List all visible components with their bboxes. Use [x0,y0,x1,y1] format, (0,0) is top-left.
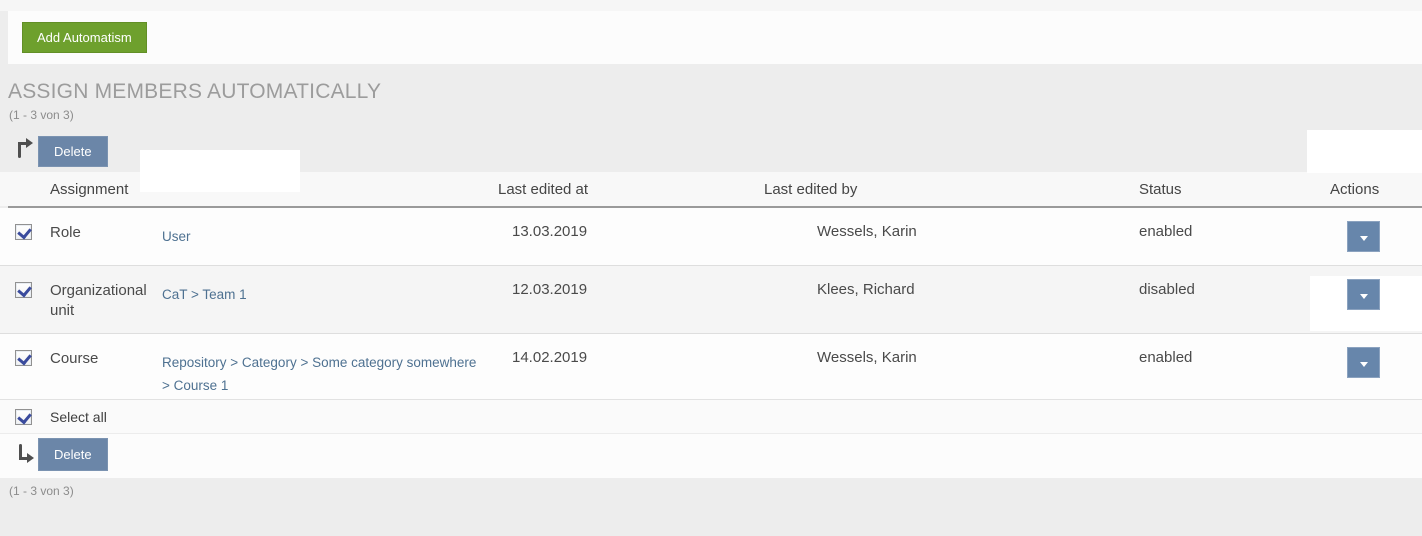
last-edited-by: Wessels, Karin [783,208,1133,240]
bulk-action-bar-bottom [0,434,1422,478]
column-header-actions: Actions [1323,181,1422,198]
caret-down-icon [1360,294,1368,299]
assignment-type: Role [50,208,162,243]
row-checkbox[interactable] [15,224,32,240]
pagination-top: (1 - 3 von 3) [9,108,74,122]
top-toolbar: Add Automatism [8,11,1422,64]
table-row: Course Repository > Category > Some cate… [0,334,1422,400]
assign-members-page: Add Automatism ASSIGN MEMBERS AUTOMATICA… [0,0,1422,536]
last-edited-by: Wessels, Karin [783,334,1133,366]
select-all-label: Select all [50,409,107,425]
assignment-type: Course [50,334,162,369]
actions-dropdown-button[interactable] [1347,279,1380,310]
select-all-checkbox[interactable] [15,409,32,425]
delete-button-bottom[interactable]: Delete [38,438,108,471]
status-text: enabled [1133,334,1323,366]
row-checkbox[interactable] [15,282,32,298]
column-header-last-edited-at: Last edited at [498,181,783,198]
status-text: disabled [1133,266,1323,298]
select-all-row: Select all [0,400,1422,434]
last-edited-at: 13.03.2019 [498,208,783,240]
bottom-strip: (1 - 3 von 3) [0,478,1422,536]
column-header-last-edited-by: Last edited by [764,181,1133,198]
table-row: Role User 13.03.2019 Wessels, Karin enab… [0,208,1422,266]
assignment-target-link[interactable]: Repository > Category > Some category so… [162,355,476,393]
column-header-status: Status [1133,181,1323,198]
last-edited-by: Klees, Richard [783,266,1133,298]
pagination-bottom: (1 - 3 von 3) [9,484,74,498]
white-artifact-overlay [140,150,300,192]
status-text: enabled [1133,208,1323,240]
last-edited-at: 12.03.2019 [498,266,783,298]
top-strip [0,0,1422,11]
last-edited-at: 14.02.2019 [498,334,783,366]
add-automatism-button[interactable]: Add Automatism [22,22,147,53]
page-title: ASSIGN MEMBERS AUTOMATICALLY [8,80,381,104]
row-checkbox[interactable] [15,350,32,366]
white-artifact-overlay [1307,130,1422,173]
assignment-target-link[interactable]: CaT > Team 1 [162,287,247,302]
caret-down-icon [1360,236,1368,241]
assignment-target-link[interactable]: User [162,229,191,244]
actions-dropdown-button[interactable] [1347,221,1380,252]
caret-down-icon [1360,362,1368,367]
arrow-up-right-icon [17,137,34,159]
actions-dropdown-button[interactable] [1347,347,1380,378]
assignment-type: Organizational unit [50,266,162,322]
arrow-down-right-icon [18,443,35,465]
delete-button-top[interactable]: Delete [38,136,108,167]
table-row: Organizational unit CaT > Team 1 12.03.2… [0,266,1422,334]
table-body: Role User 13.03.2019 Wessels, Karin enab… [0,208,1422,400]
